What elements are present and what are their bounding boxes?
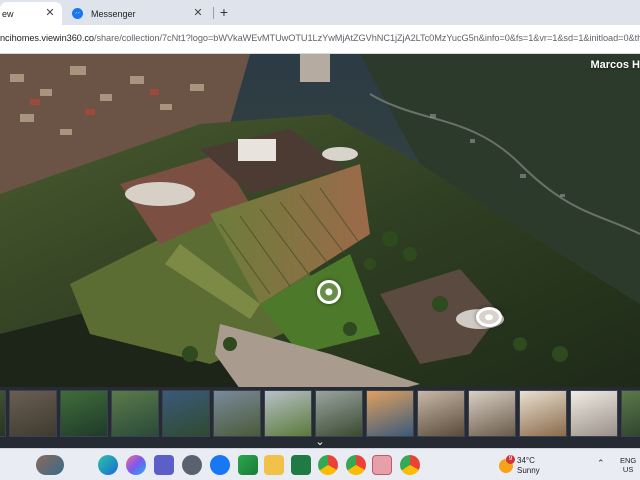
browser-tabstrip: ew ✕ Messenger ✕ + <box>0 0 640 25</box>
thumbnail[interactable] <box>468 390 516 437</box>
teams-icon[interactable] <box>154 455 174 475</box>
facebook-icon[interactable] <box>210 455 230 475</box>
thumbnail[interactable] <box>111 390 159 437</box>
chrome-icon-2[interactable] <box>400 455 420 475</box>
chevron-up-icon[interactable]: ⌃ <box>597 458 605 469</box>
weather-condition: Sunny <box>517 466 540 475</box>
aerial-panorama-image[interactable] <box>0 54 640 389</box>
copilot-icon[interactable] <box>126 455 146 475</box>
thumbnail[interactable] <box>366 390 414 437</box>
tab-active[interactable]: ew ✕ <box>0 2 62 25</box>
url-text[interactable]: ncihomes.viewin360.co/share/collection/7… <box>0 33 640 43</box>
excel-icon[interactable] <box>291 455 311 475</box>
url-host: ncihomes.viewin360.co <box>0 33 94 43</box>
thumbnail[interactable] <box>570 390 618 437</box>
tab-messenger[interactable]: Messenger ✕ <box>64 2 214 25</box>
chrome-profile-icon[interactable] <box>346 455 366 475</box>
file-explorer-icon[interactable] <box>264 455 284 475</box>
language-line1: ENG <box>620 456 637 465</box>
thumbnail-strip: ⌄ <box>0 387 640 448</box>
thumbnail[interactable] <box>264 390 312 437</box>
thumbnail[interactable] <box>0 390 6 437</box>
snipping-tool-icon[interactable] <box>372 455 392 475</box>
thumbnail[interactable] <box>621 390 640 437</box>
brand-logo-text: Marcos H <box>590 59 640 71</box>
weather-widget[interactable]: 9 34°C Sunny <box>497 455 587 477</box>
messenger-icon <box>72 8 83 19</box>
chrome-icon[interactable] <box>318 455 338 475</box>
panorama-viewer[interactable]: Marcos H ⌄ <box>0 54 640 448</box>
thumbnail[interactable] <box>315 390 363 437</box>
thumbnail[interactable] <box>9 390 57 437</box>
tab-separator <box>213 7 214 19</box>
tab-messenger-label: Messenger <box>91 8 136 19</box>
language-line2: US <box>622 465 634 474</box>
thumbnail[interactable] <box>162 390 210 437</box>
tab-close-icon[interactable]: ✕ <box>44 7 56 19</box>
thumbnail[interactable] <box>519 390 567 437</box>
weather-temp: 34°C <box>517 456 535 465</box>
edge-icon[interactable] <box>98 455 118 475</box>
thumbnail[interactable] <box>417 390 465 437</box>
notification-badge: 9 <box>506 455 515 464</box>
thumbnail[interactable] <box>60 390 108 437</box>
address-bar[interactable]: ncihomes.viewin360.co/share/collection/7… <box>0 25 640 54</box>
url-path: /share/collection/7cNt1?logo=bWVkaWEvMTU… <box>93 33 640 43</box>
taskbar: 9 34°C Sunny ⌃ ENG US <box>0 448 640 480</box>
chevron-down-icon[interactable]: ⌄ <box>312 436 328 448</box>
tab-active-label: ew <box>2 8 14 19</box>
hotspot-center-icon[interactable] <box>317 280 341 304</box>
thumbnail[interactable] <box>213 390 261 437</box>
language-indicator[interactable]: ENG US <box>620 456 636 474</box>
photos-app-icon[interactable] <box>36 455 64 475</box>
new-tab-button[interactable]: + <box>216 4 232 20</box>
settings-icon[interactable] <box>182 455 202 475</box>
tab-close-icon[interactable]: ✕ <box>192 7 204 19</box>
hotspot-right-icon[interactable] <box>476 307 502 327</box>
store-icon[interactable] <box>238 455 258 475</box>
